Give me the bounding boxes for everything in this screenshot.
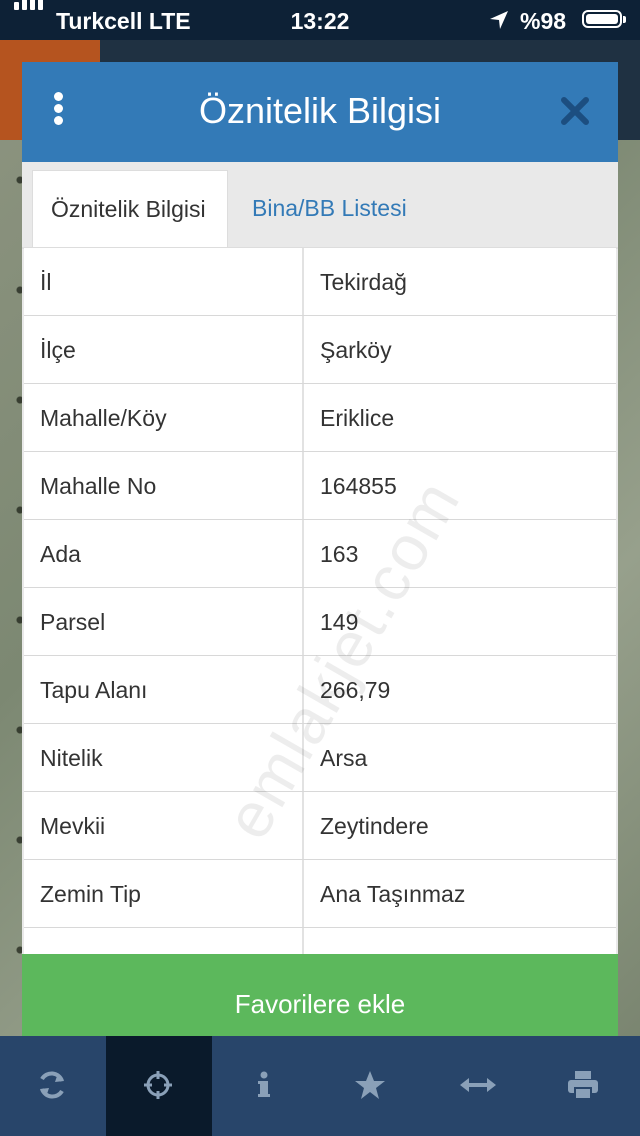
table-row: İl Tekirdağ xyxy=(24,248,616,316)
crosshair-icon[interactable] xyxy=(106,1036,212,1136)
modal-title: Öznitelik Bilgisi xyxy=(198,90,442,131)
row-key: İlçe xyxy=(40,337,76,363)
info-icon[interactable] xyxy=(212,1036,318,1136)
row-value: Eriklice xyxy=(320,405,395,431)
close-icon[interactable] xyxy=(558,94,592,128)
row-value: Zeytindere xyxy=(320,813,429,839)
battery-percent: %98 xyxy=(520,8,567,34)
tab-bar: Öznitelik Bilgisi Bina/BB Listesi xyxy=(22,162,618,249)
tab-building-list[interactable]: Bina/BB Listesi xyxy=(234,170,425,247)
row-key: İl xyxy=(40,269,52,295)
row-key: Ada xyxy=(40,541,81,567)
battery-icon xyxy=(582,10,626,28)
row-value: Şarköy xyxy=(320,337,392,363)
table-row: Mevkii Zeytindere xyxy=(24,792,616,860)
table-row: İlçe Şarköy xyxy=(24,316,616,384)
modal-header: Öznitelik Bilgisi xyxy=(22,62,618,162)
row-key: Mevkii xyxy=(40,813,106,839)
row-value: 163 xyxy=(320,541,359,567)
row-key: Tapu Alanı xyxy=(40,677,148,703)
location-arrow-icon xyxy=(488,9,510,37)
table-row: Mahalle No 164855 xyxy=(24,452,616,520)
row-key: Nitelik xyxy=(40,745,103,771)
row-value: 164855 xyxy=(320,473,397,499)
tab-attribute-info[interactable]: Öznitelik Bilgisi xyxy=(32,170,228,247)
row-key: Parsel xyxy=(40,609,106,635)
row-key: Zemin Tip xyxy=(40,881,141,907)
row-key: Mahalle/Köy xyxy=(40,405,167,431)
star-icon[interactable] xyxy=(318,1036,424,1136)
table-row: Ada 163 xyxy=(24,520,616,588)
row-value: Ana Taşınmaz xyxy=(320,881,466,907)
table-row: Zemin Tip Ana Taşınmaz xyxy=(24,860,616,928)
table-row: Mahalle/Köy Eriklice xyxy=(24,384,616,452)
measure-icon[interactable] xyxy=(424,1036,530,1136)
status-bar: Turkcell LTE 13:22 %98 xyxy=(0,0,640,40)
refresh-icon[interactable] xyxy=(0,1036,106,1136)
row-value: Tekirdağ xyxy=(320,269,407,295)
attribute-modal: Öznitelik Bilgisi Öznitelik Bilgisi Bina… xyxy=(22,62,618,1054)
row-key: Mahalle No xyxy=(40,473,157,499)
bottom-toolbar xyxy=(0,1036,640,1136)
print-icon[interactable] xyxy=(530,1036,636,1136)
